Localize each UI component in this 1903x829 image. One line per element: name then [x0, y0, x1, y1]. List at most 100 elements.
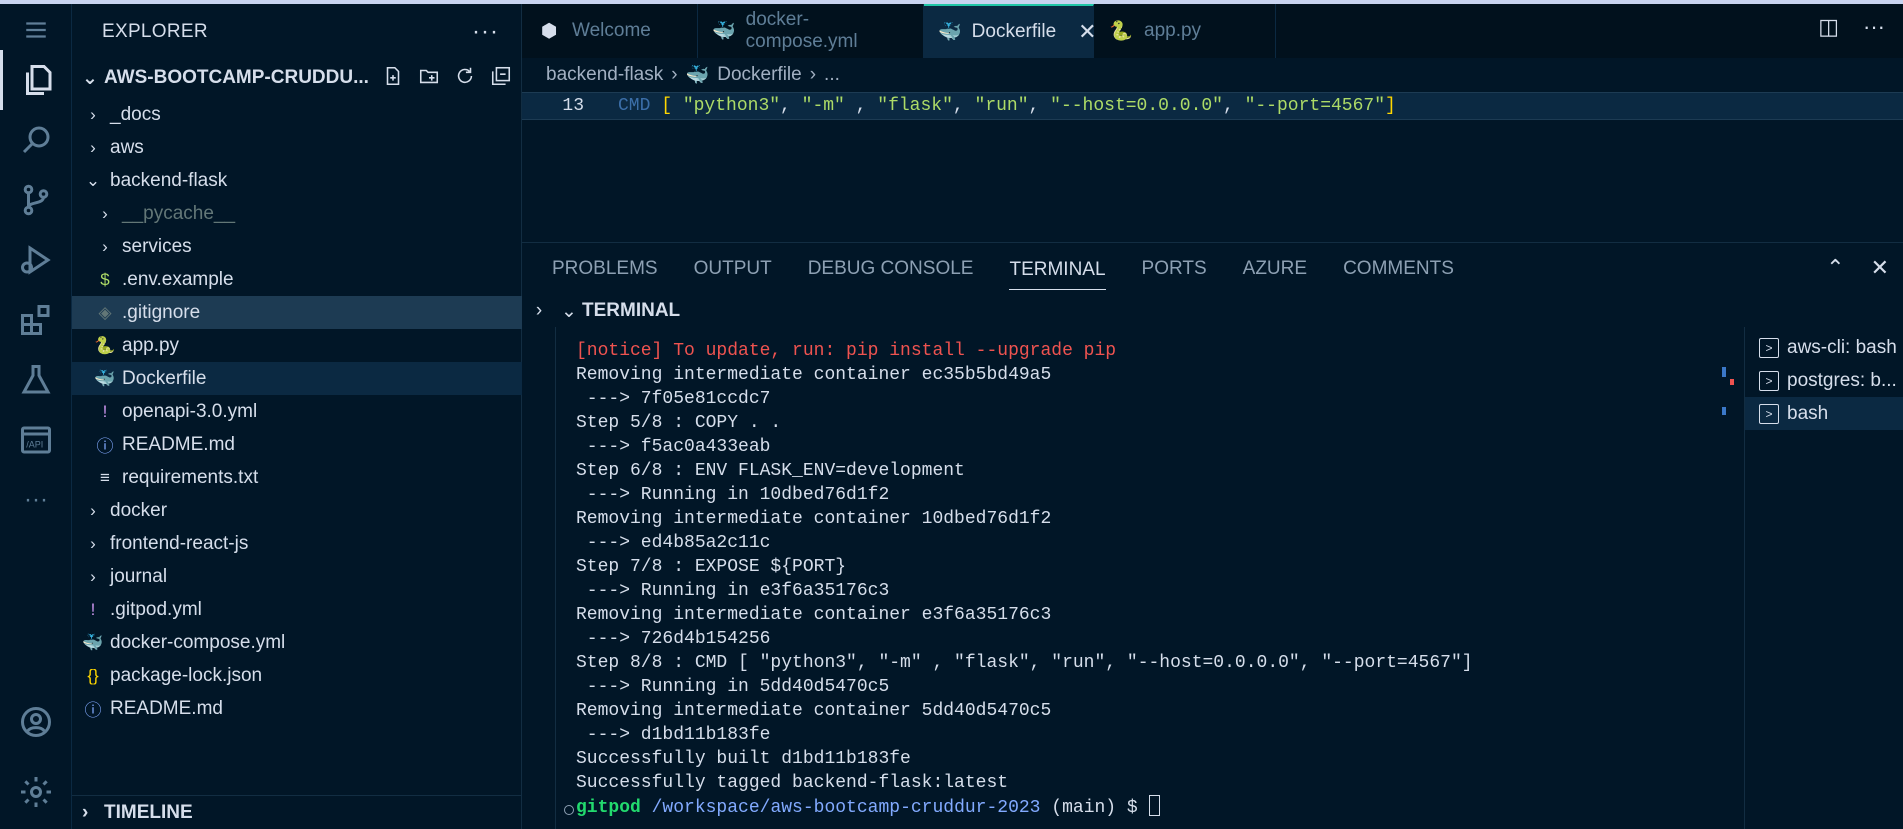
panel-tab[interactable]: PROBLEMS [552, 258, 658, 280]
chevron-right-icon: › [90, 104, 96, 124]
terminal-instance[interactable]: > bash [1745, 397, 1903, 430]
terminal-section-header[interactable]: › ⌄ TERMINAL [522, 295, 1903, 327]
editor-tab[interactable]: ⬢ Welcome [522, 4, 698, 58]
file-tree-item[interactable]: 🐳 docker-compose.yml [72, 626, 522, 659]
code-line[interactable]: 13 CMD [ "python3", "-m" , "flask", "run… [522, 92, 1903, 120]
terminal-prompt[interactable]: gitpod /workspace/aws-bootcamp-cruddur-2… [576, 795, 1766, 820]
panel-tab[interactable]: PORTS [1142, 258, 1207, 280]
file-tree-item[interactable]: ⓘ README.md [72, 692, 522, 725]
yaml-file-icon: ! [102, 401, 108, 421]
explorer-toolbar [381, 64, 513, 88]
panel-tab[interactable]: DEBUG CONSOLE [808, 258, 974, 280]
terminal-line: Step 5/8 : COPY . . [576, 413, 782, 433]
editor-tab[interactable]: 🐍 app.py [1094, 4, 1276, 58]
terminal-line: ---> Running in 10dbed76d1f2 [576, 485, 890, 505]
run-debug-icon[interactable] [0, 230, 72, 290]
breadcrumb-file[interactable]: Dockerfile [717, 64, 801, 86]
file-tree-item[interactable]: › frontend-react-js [72, 527, 522, 560]
editor-area[interactable] [522, 120, 1903, 242]
close-panel-icon[interactable]: ✕ [1871, 255, 1889, 281]
settings-gear-icon[interactable] [0, 762, 72, 822]
panel-tab[interactable]: TERMINAL [1009, 259, 1106, 290]
file-tree-item[interactable]: {} package-lock.json [72, 659, 522, 692]
file-tree-item[interactable]: › docker [72, 494, 522, 527]
terminal-output[interactable]: [notice] To update, run: pip install --u… [556, 327, 1766, 829]
file-tree-item-label: docker-compose.yml [110, 631, 286, 653]
file-tree-item-label: package-lock.json [110, 664, 263, 686]
collapse-all-icon[interactable] [489, 64, 513, 88]
terminal-line: Removing intermediate container 10dbed76… [576, 509, 1052, 529]
terminal-instance[interactable]: > aws-cli: bash [1745, 331, 1903, 364]
panel-tab[interactable]: COMMENTS [1343, 258, 1454, 280]
file-tree-item[interactable]: ≡ requirements.txt [72, 461, 522, 494]
terminal-icon: > [1759, 370, 1779, 391]
activity-bar: /API ··· [0, 4, 72, 829]
file-tree-item[interactable]: 🐍 app.py [72, 329, 522, 362]
file-tree-item[interactable]: › journal [72, 560, 522, 593]
file-tree-item-label: services [122, 235, 192, 257]
chevron-right-icon: › [90, 566, 96, 586]
file-tree-item[interactable]: $ .env.example [72, 263, 522, 296]
file-tree-item-label: frontend-react-js [110, 532, 249, 554]
panel-tab[interactable]: OUTPUT [694, 258, 772, 280]
file-tree-item[interactable]: › __pycache__ [72, 197, 522, 230]
code-content[interactable]: CMD [ "python3", "-m" , "flask", "run", … [618, 96, 1396, 116]
file-tree-item-label: docker [110, 499, 168, 521]
file-tree-item[interactable]: ! .gitpod.yml [72, 593, 522, 626]
source-control-icon[interactable] [0, 170, 72, 230]
panel-tab[interactable]: AZURE [1243, 258, 1307, 280]
file-tree-item[interactable]: ⌄ backend-flask [72, 164, 522, 197]
menu-icon[interactable] [0, 8, 72, 52]
testing-icon[interactable] [0, 350, 72, 410]
breadcrumb-folder[interactable]: backend-flask [546, 64, 663, 86]
info-file-icon: ⓘ [84, 701, 102, 720]
command-decoration-icon[interactable] [564, 805, 574, 815]
maximize-panel-icon[interactable]: ⌃ [1826, 255, 1844, 281]
new-file-icon[interactable] [381, 64, 405, 88]
docker-icon: 🐳 [685, 65, 710, 86]
search-icon[interactable] [0, 110, 72, 170]
editor-more-icon[interactable]: ··· [1863, 14, 1885, 40]
file-tree-item-label: README.md [122, 433, 235, 455]
breadcrumb-separator: › [671, 64, 678, 85]
chevron-right-icon[interactable]: › [522, 300, 556, 322]
split-editor-icon[interactable]: ◫ [1818, 14, 1839, 40]
file-tree-item[interactable]: ⓘ README.md [72, 428, 522, 461]
account-icon[interactable] [0, 692, 72, 752]
chevron-right-icon: › [90, 500, 96, 520]
refresh-icon[interactable] [453, 64, 477, 88]
more-icon[interactable]: ··· [0, 470, 72, 530]
terminal-line: ---> ed4b85a2c11c [576, 533, 771, 553]
info-file-icon: ⓘ [96, 437, 114, 456]
terminal-line: ---> d1bd11b183fe [576, 725, 771, 745]
terminal-line: ---> Running in 5dd40d5470c5 [576, 677, 890, 697]
terminal-line: ---> 7f05e81ccdc7 [576, 389, 771, 409]
explorer-title: EXPLORER [102, 21, 208, 42]
file-tree-item[interactable]: › _docs [72, 98, 522, 131]
file-tree-item[interactable]: ◈ .gitignore [72, 296, 522, 329]
file-tree-item[interactable]: 🐳 Dockerfile [72, 362, 522, 395]
editor-tab[interactable]: 🐳 Dockerfile ✕ [924, 4, 1097, 58]
file-tree-item[interactable]: › aws [72, 131, 522, 164]
editor-tab[interactable]: 🐳 docker-compose.yml [698, 4, 924, 58]
code-string: "--host=0.0.0.0" [1050, 96, 1223, 116]
explorer-icon[interactable] [0, 50, 72, 110]
breadcrumb-rest[interactable]: ... [824, 64, 840, 86]
terminal-instance[interactable]: > postgres: b... [1745, 364, 1903, 397]
chevron-right-icon: › [102, 236, 108, 256]
file-tree-item-label: .gitpod.yml [110, 598, 202, 620]
explorer-more-icon[interactable]: ··· [472, 18, 499, 46]
extensions-icon[interactable] [0, 290, 72, 350]
workspace-root-label: AWS-BOOTCAMP-CRUDDU... [104, 67, 369, 88]
new-folder-icon[interactable] [417, 64, 441, 88]
editor-tab-label: app.py [1144, 20, 1202, 41]
api-icon[interactable]: /API [0, 410, 72, 470]
file-tree-item[interactable]: › services [72, 230, 522, 263]
timeline-section[interactable]: › TIMELINE [72, 795, 522, 829]
timeline-label: TIMELINE [104, 801, 193, 823]
panel-actions: ⌃ ✕ [1826, 255, 1889, 281]
python-file-icon: 🐍 [94, 335, 116, 355]
terminal-cursor [1148, 795, 1160, 816]
scrollbar-marker [1722, 367, 1726, 377]
file-tree-item[interactable]: ! openapi-3.0.yml [72, 395, 522, 428]
